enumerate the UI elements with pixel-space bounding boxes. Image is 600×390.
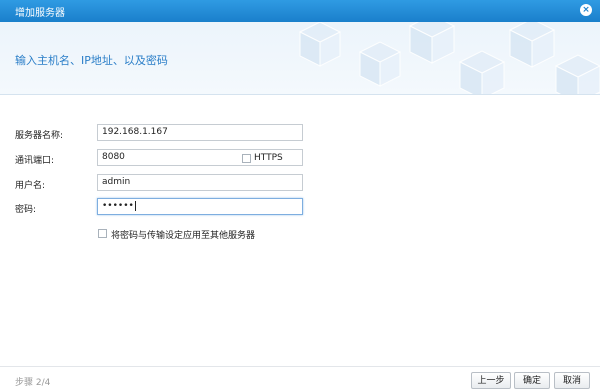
dialog-titlebar: 增加服务器 ×	[0, 0, 600, 22]
apply-all-label: 将密码与传输设定应用至其他服务器	[111, 231, 256, 241]
server-name-input[interactable]: 192.168.1.167	[97, 124, 303, 141]
cancel-button[interactable]: 取消	[554, 372, 590, 389]
server-name-label: 服务器名称:	[15, 131, 64, 141]
prev-button[interactable]: 上一步	[471, 372, 511, 389]
dialog-footer: 步骤 2/4 上一步 确定 取消	[0, 366, 600, 390]
username-label: 用户名:	[15, 181, 46, 191]
https-label: HTTPS	[254, 153, 283, 163]
close-icon[interactable]: ×	[580, 4, 592, 16]
header-banner: 输入主机名、IP地址、以及密码	[0, 22, 600, 95]
ok-button[interactable]: 确定	[514, 372, 550, 389]
text-cursor	[134, 200, 136, 211]
dialog-title: 增加服务器	[15, 8, 65, 19]
cube-pattern-icon	[298, 22, 600, 94]
https-checkbox[interactable]	[242, 154, 251, 163]
password-mask: ••••••	[102, 201, 134, 211]
password-label: 密码:	[15, 205, 37, 215]
page-heading: 输入主机名、IP地址、以及密码	[15, 54, 168, 67]
password-input[interactable]: ••••••	[97, 198, 303, 215]
username-input[interactable]: admin	[97, 174, 303, 191]
port-label: 通讯端口:	[15, 156, 55, 166]
step-indicator: 步骤 2/4	[15, 378, 51, 388]
apply-all-checkbox[interactable]	[98, 229, 107, 238]
